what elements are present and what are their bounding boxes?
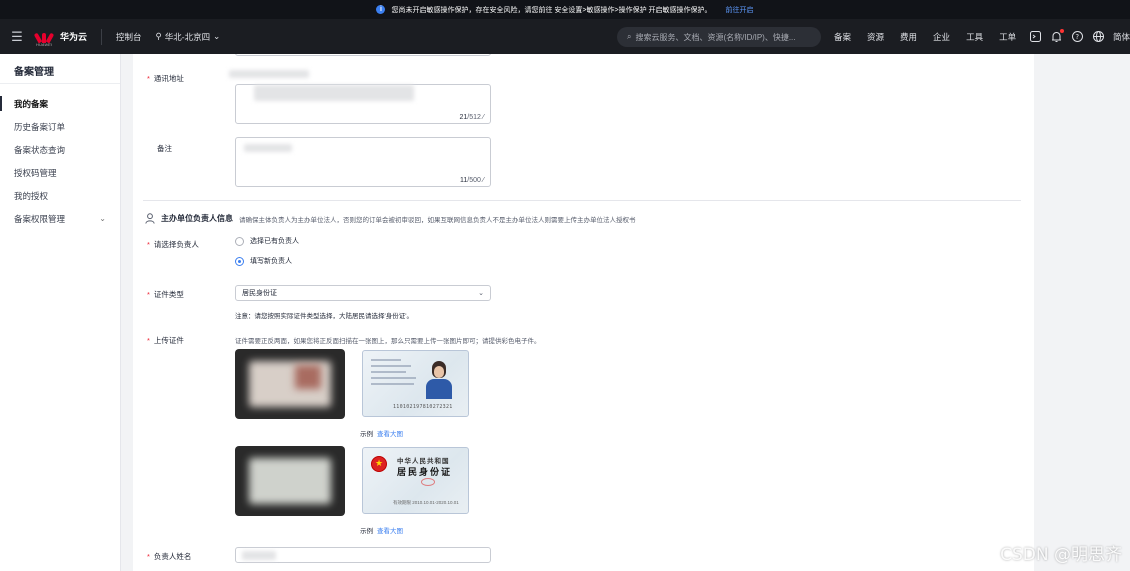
address-redacted	[229, 70, 309, 78]
name-redacted-value	[242, 551, 276, 560]
radio-existing-principal[interactable]: 选择已有负责人	[235, 236, 299, 246]
nav-tickets[interactable]: 工单	[999, 31, 1016, 43]
address-redacted-value	[254, 85, 414, 101]
huawei-logo-icon: HUAWEI	[33, 31, 55, 47]
cert-type-label: * 证件类型	[147, 290, 184, 299]
svg-text:?: ?	[1075, 33, 1079, 41]
sidebar: 备案管理 我的备案 历史备案订单 备案状态查询 授权码管理 我的授权 备案权限管…	[0, 54, 121, 571]
console-link[interactable]: 控制台	[116, 31, 142, 43]
chevron-down-icon: ⌄	[213, 31, 221, 41]
cloud-shell-icon[interactable]	[1029, 30, 1042, 43]
top-nav-bar: ☰ HUAWEI 华为云 控制台 ⚲ 华北-北京四 ⌄ ⌕ 搜索云服务、文档、资…	[0, 19, 1130, 54]
section-description: 请确保主体负责人为主办单位法人，否则您的订单会被初审驳回，如果互联网信息负责人不…	[239, 216, 636, 224]
stamp-icon	[421, 478, 435, 486]
help-icon[interactable]: ?	[1071, 30, 1084, 43]
right-gutter	[1034, 54, 1130, 571]
region-selector[interactable]: ⚲ 华北-北京四 ⌄	[156, 31, 221, 43]
upload-tip: 证件需要正反两面，如果您将正反面扫描在一张图上，那么只需要上传一张图片即可；请提…	[235, 338, 541, 345]
banner-enable-link[interactable]: 前往开启	[726, 5, 754, 15]
principal-name-input[interactable]	[235, 547, 491, 563]
banner-text: 您尚未开启敏感操作保护，存在安全风险，请您前往 安全设置>敏感操作>操作保护 开…	[391, 6, 712, 14]
notification-dot	[1060, 29, 1064, 33]
sample-id-number: 110102197810272321	[393, 404, 453, 410]
section-title: 主办单位负责人信息	[161, 214, 233, 223]
section-header: 主办单位负责人信息 请确保主体负责人为主办单位法人，否则您的订单会被初审驳回，如…	[145, 213, 636, 224]
sidebar-item-history-orders[interactable]: 历史备案订单	[0, 115, 120, 138]
person-icon	[145, 213, 155, 224]
cert-type-select[interactable]: 居民身份证 ⌄	[235, 285, 491, 301]
region-label: 华北-北京四	[164, 31, 211, 42]
search-placeholder: 搜索云服务、文档、资源(名称/ID/IP)、快捷...	[635, 32, 796, 42]
sidebar-item-my-filings[interactable]: 我的备案	[0, 92, 120, 115]
address-char-counter: 21/512 ⁄	[459, 114, 484, 121]
remark-char-counter: 11/500 ⁄	[459, 177, 484, 184]
remark-label: 备注	[157, 144, 172, 153]
huawei-cloud-logo[interactable]: HUAWEI 华为云	[33, 30, 88, 47]
radio-new-principal[interactable]: 填写新负责人	[235, 256, 292, 266]
nav-tools[interactable]: 工具	[966, 31, 983, 43]
sample-back-valid: 有效期限 2010.10.01-2020.10.01	[393, 500, 459, 505]
upload-label: * 上传证件	[147, 336, 184, 345]
view-large-link[interactable]: 查看大图	[377, 528, 403, 535]
info-icon: i	[376, 5, 386, 14]
top-icons: ? 简体	[1029, 19, 1130, 54]
divider	[101, 28, 103, 45]
radio-circle-selected	[235, 256, 244, 266]
principal-name-label: * 负责人姓名	[147, 552, 192, 561]
cert-type-note: 注意：请您按照实际证件类型选择，大陆居民请选择'身份证'。	[235, 313, 413, 320]
sample-id-front[interactable]: 110102197810272321	[362, 350, 469, 417]
radio-circle	[235, 236, 244, 246]
nav-resources[interactable]: 资源	[867, 31, 884, 43]
portrait-icon	[424, 361, 454, 399]
nav-beian[interactable]: 备案	[834, 31, 851, 43]
previous-field[interactable]	[235, 54, 491, 56]
sample-back-title2: 居民身份证	[397, 467, 453, 477]
sample-caption-front: 示例 查看大图	[360, 431, 403, 438]
language-label[interactable]: 简体	[1113, 31, 1130, 43]
nav-enterprise[interactable]: 企业	[933, 31, 950, 43]
sidebar-title: 备案管理	[0, 54, 120, 84]
chevron-down-icon: ⌄	[478, 290, 484, 297]
top-nav-links: 备案 资源 费用 企业 工具 工单	[834, 19, 1016, 54]
section-divider	[143, 200, 1021, 201]
sample-id-back[interactable]: 中华人民共和国 居民身份证 有效期限 2010.10.01-2020.10.01	[362, 447, 469, 514]
choose-principal-label: * 请选择负责人	[147, 240, 199, 249]
uploaded-id-back[interactable]	[235, 446, 345, 516]
globe-icon[interactable]	[1092, 30, 1105, 43]
national-emblem-icon	[371, 456, 387, 472]
sidebar-item-permissions[interactable]: 备案权限管理 ⌄	[0, 207, 120, 230]
remark-redacted-value	[244, 144, 292, 152]
security-banner: i 您尚未开启敏感操作保护，存在安全风险，请您前往 安全设置>敏感操作>操作保护…	[0, 0, 1130, 19]
view-large-link[interactable]: 查看大图	[377, 431, 403, 438]
sidebar-item-my-auth[interactable]: 我的授权	[0, 184, 120, 207]
sidebar-item-status-query[interactable]: 备案状态查询	[0, 138, 120, 161]
watermark: CSDN @明思齐	[1000, 545, 1122, 565]
bell-icon[interactable]	[1050, 29, 1064, 43]
sample-caption-back: 示例 查看大图	[360, 528, 403, 535]
brand-name: 华为云	[60, 32, 88, 42]
chevron-down-icon: ⌄	[99, 214, 106, 223]
location-pin-icon: ⚲	[155, 31, 162, 41]
remark-textarea[interactable]: 11/500 ⁄	[235, 137, 491, 187]
main-form: * 通讯地址 21/512 ⁄ 备注 11/500 ⁄ 主办单位负责人信息 请确保…	[133, 54, 1034, 571]
address-textarea[interactable]: 21/512 ⁄	[235, 84, 491, 124]
nav-billing[interactable]: 费用	[900, 31, 917, 43]
address-label: * 通讯地址	[147, 74, 184, 83]
sample-back-title1: 中华人民共和国	[397, 458, 450, 465]
sidebar-item-auth-code[interactable]: 授权码管理	[0, 161, 120, 184]
uploaded-id-front[interactable]	[235, 349, 345, 419]
menu-icon[interactable]: ☰	[0, 19, 34, 54]
search-icon: ⌕	[627, 32, 632, 41]
global-search-input[interactable]: ⌕ 搜索云服务、文档、资源(名称/ID/IP)、快捷...	[617, 27, 821, 47]
